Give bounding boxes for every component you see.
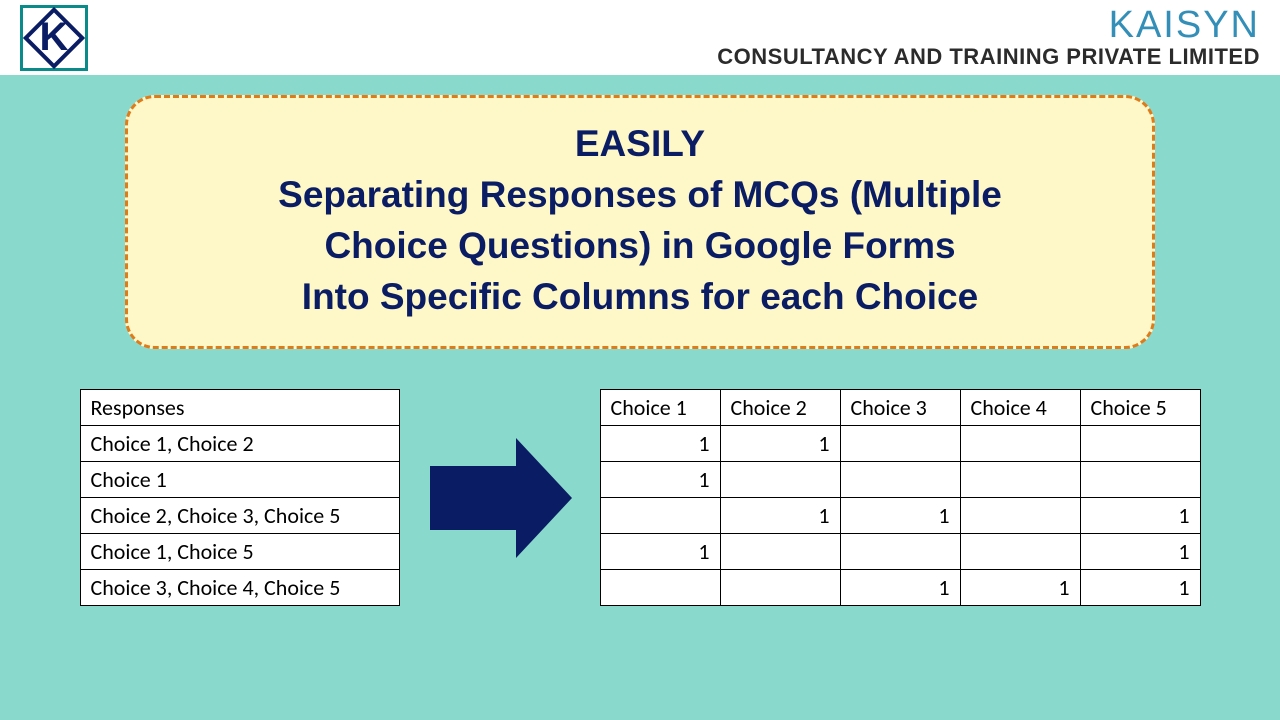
main-area: EASILY Separating Responses of MCQs (Mul… <box>0 75 1280 720</box>
brand-name: KAISYN <box>717 6 1260 44</box>
logo-letter: K <box>40 15 69 60</box>
title-box: EASILY Separating Responses of MCQs (Mul… <box>125 95 1155 349</box>
table-cell: Choice 1, Choice 5 <box>80 534 399 570</box>
table-cell: Choice 2, Choice 3, Choice 5 <box>80 498 399 534</box>
choices-table: Choice 1 Choice 2 Choice 3 Choice 4 Choi… <box>600 389 1201 606</box>
table-row: Choice 1, Choice 2 <box>80 426 399 462</box>
title-line-4: Into Specific Columns for each Choice <box>188 271 1092 322</box>
responses-table: Responses Choice 1, Choice 2 Choice 1 Ch… <box>80 389 400 606</box>
table-cell: 1 <box>720 426 840 462</box>
logo: K <box>20 5 88 71</box>
table-cell <box>960 462 1080 498</box>
table-cell <box>1080 426 1200 462</box>
table-row: 1 1 1 <box>600 570 1200 606</box>
header: K KAISYN CONSULTANCY AND TRAINING PRIVAT… <box>0 0 1280 75</box>
table-cell: 1 <box>840 570 960 606</box>
table-row: Responses <box>80 390 399 426</box>
table-cell <box>840 534 960 570</box>
title-line-1: EASILY <box>188 118 1092 169</box>
table-header: Choice 1 <box>600 390 720 426</box>
table-row: Choice 1 <box>80 462 399 498</box>
table-row: 1 <box>600 462 1200 498</box>
table-cell <box>720 570 840 606</box>
table-cell: 1 <box>1080 534 1200 570</box>
table-row: 1 1 <box>600 534 1200 570</box>
table-cell: Choice 1 <box>80 462 399 498</box>
table-row: 1 1 <box>600 426 1200 462</box>
table-cell <box>600 498 720 534</box>
table-row: Choice 3, Choice 4, Choice 5 <box>80 570 399 606</box>
table-header: Choice 4 <box>960 390 1080 426</box>
brand-block: KAISYN CONSULTANCY AND TRAINING PRIVATE … <box>717 6 1260 70</box>
table-cell <box>1080 462 1200 498</box>
table-cell: 1 <box>720 498 840 534</box>
table-cell: 1 <box>600 534 720 570</box>
table-header: Choice 5 <box>1080 390 1200 426</box>
table-row: 1 1 1 <box>600 498 1200 534</box>
table-cell: 1 <box>600 462 720 498</box>
table-cell: Choice 3, Choice 4, Choice 5 <box>80 570 399 606</box>
table-header: Choice 3 <box>840 390 960 426</box>
table-header: Responses <box>80 390 399 426</box>
table-row: Choice 2, Choice 3, Choice 5 <box>80 498 399 534</box>
table-cell: Choice 1, Choice 2 <box>80 426 399 462</box>
table-cell: 1 <box>840 498 960 534</box>
table-cell <box>720 534 840 570</box>
table-cell <box>840 462 960 498</box>
table-cell: 1 <box>1080 570 1200 606</box>
title-line-2: Separating Responses of MCQs (Multiple <box>188 169 1092 220</box>
title-line-3: Choice Questions) in Google Forms <box>188 220 1092 271</box>
table-cell <box>840 426 960 462</box>
table-cell <box>600 570 720 606</box>
brand-subtitle: CONSULTANCY AND TRAINING PRIVATE LIMITED <box>717 44 1260 70</box>
arrow-icon <box>430 438 570 558</box>
table-cell: 1 <box>960 570 1080 606</box>
table-cell <box>960 498 1080 534</box>
table-cell <box>960 534 1080 570</box>
table-row: Choice 1, Choice 5 <box>80 534 399 570</box>
table-header: Choice 2 <box>720 390 840 426</box>
table-cell: 1 <box>600 426 720 462</box>
table-row: Choice 1 Choice 2 Choice 3 Choice 4 Choi… <box>600 390 1200 426</box>
table-cell: 1 <box>1080 498 1200 534</box>
table-cell <box>720 462 840 498</box>
table-cell <box>960 426 1080 462</box>
content-row: Responses Choice 1, Choice 2 Choice 1 Ch… <box>50 389 1230 606</box>
